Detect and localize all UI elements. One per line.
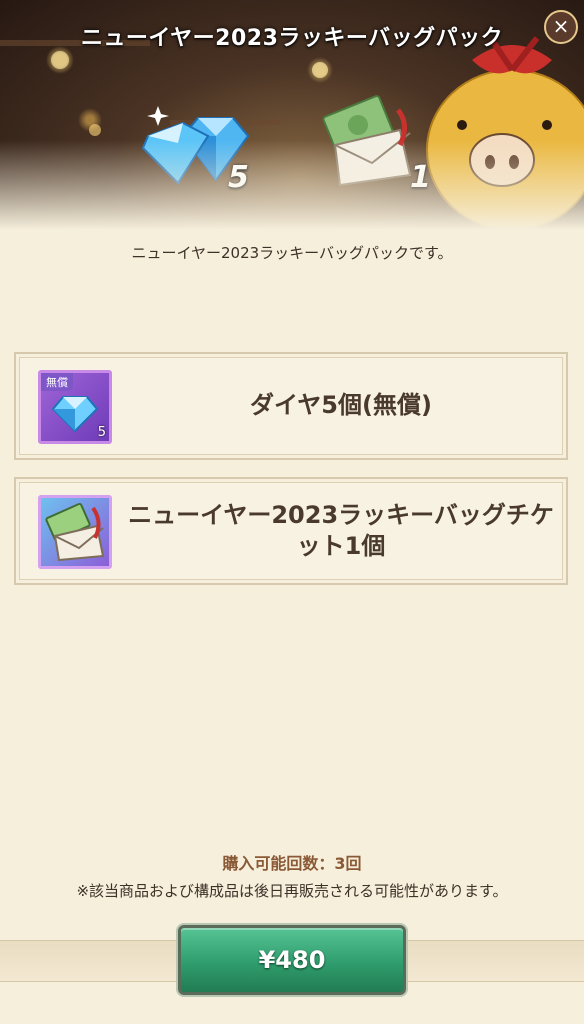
pack-item-row: ニューイヤー2023ラッキーバッグチケット1個 <box>14 477 568 585</box>
item-label: ニューイヤー2023ラッキーバッグチケット1個 <box>128 500 554 560</box>
item-icon-frame[interactable] <box>38 495 112 569</box>
close-icon: × <box>552 14 570 38</box>
pack-banner: 5 1 ニューイヤー2023ラッキーバッグパック × <box>0 0 584 230</box>
item-label: ダイヤ5個(無償) <box>250 391 432 420</box>
item-quantity: 5 <box>97 425 106 440</box>
purchase-limit: 購入可能回数：3回 <box>222 854 362 873</box>
free-tag: 無償 <box>41 373 73 391</box>
resale-notice: ※該当商品および構成品は後日再販売される可能性があります。 <box>76 882 508 900</box>
pack-item-row: 無償 5 ダイヤ5個(無償) <box>14 352 568 460</box>
item-icon-frame[interactable]: 無償 5 <box>38 370 112 444</box>
lucky-bag-ticket-icon <box>45 502 105 562</box>
buy-button[interactable]: ¥480 <box>178 925 406 995</box>
close-button[interactable]: × <box>544 10 578 44</box>
pack-description: ニューイヤー2023ラッキーバッグパックです。 <box>131 244 453 262</box>
banner-fade <box>0 140 584 230</box>
pack-title: ニューイヤー2023ラッキーバッグパック <box>80 26 504 51</box>
